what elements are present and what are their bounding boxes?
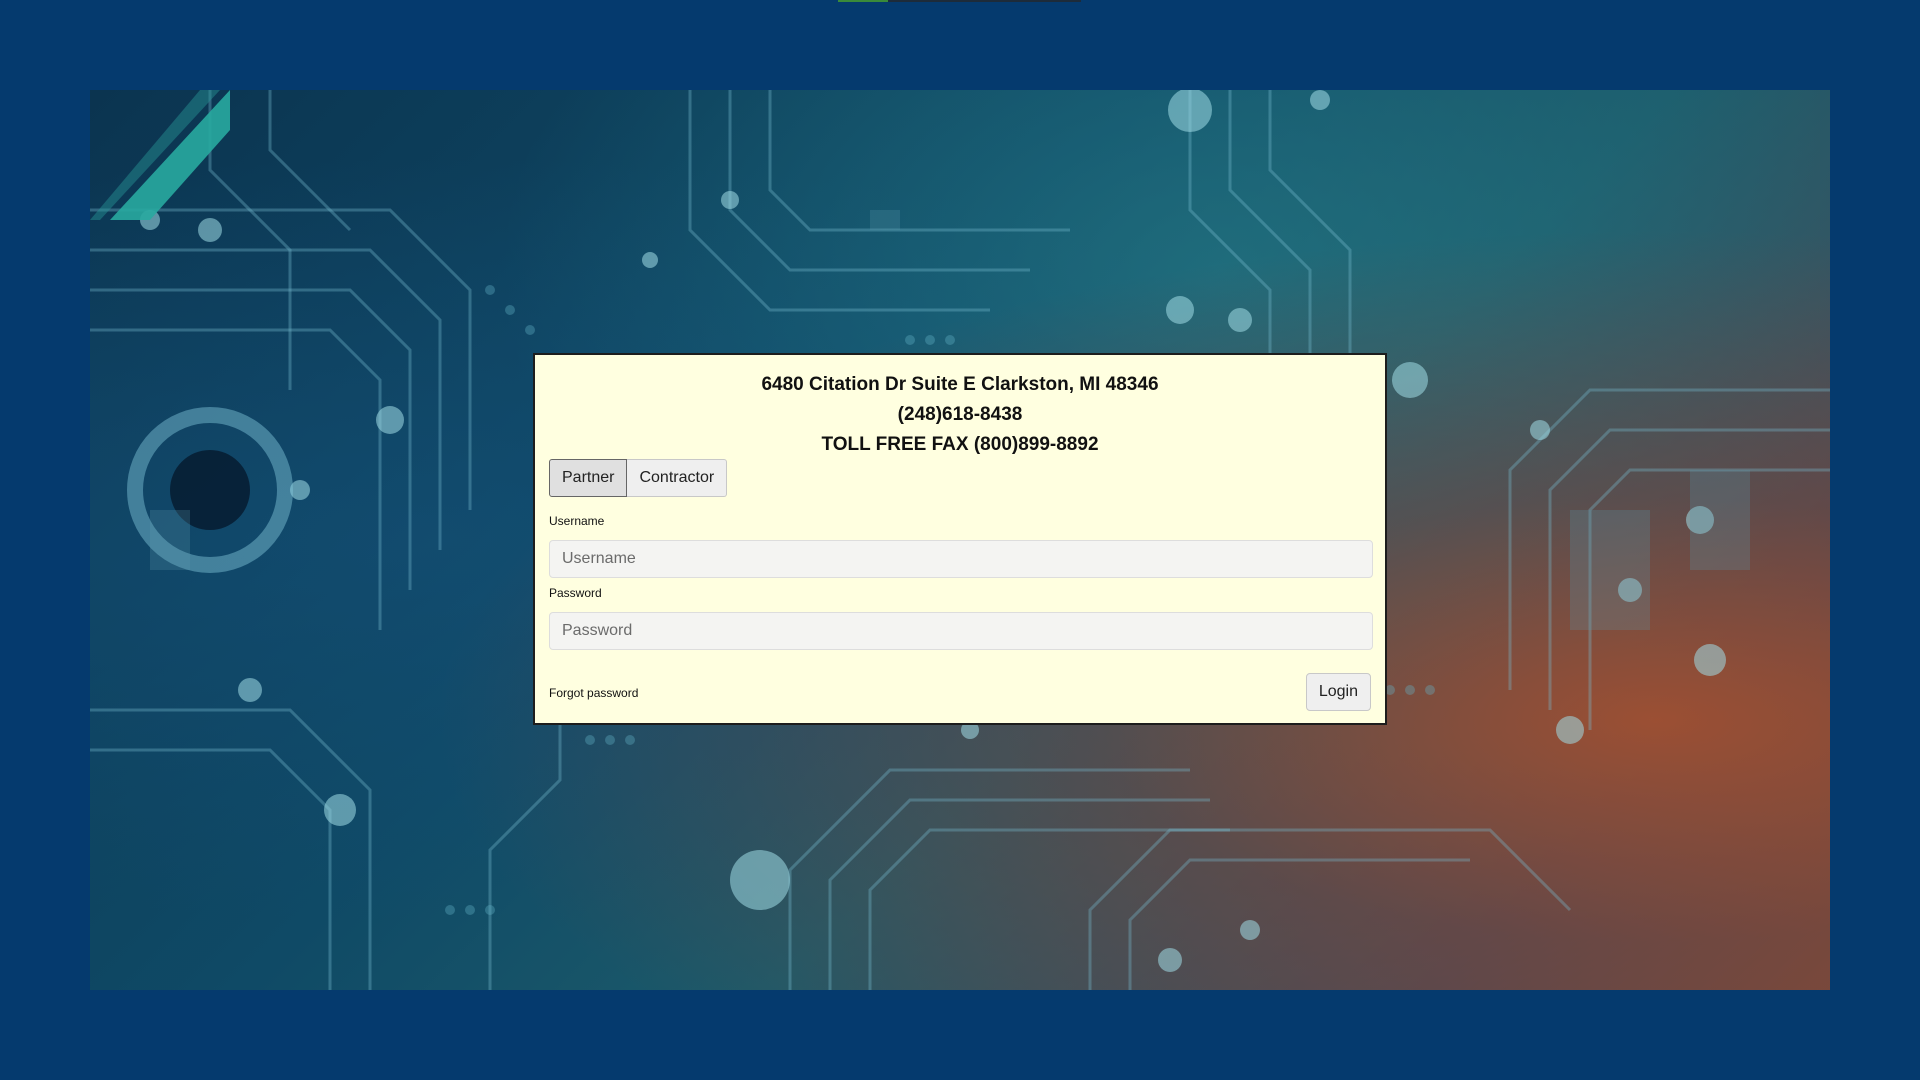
address-line: 6480 Citation Dr Suite E Clarkston, MI 4…	[761, 374, 1159, 395]
fax-number: TOLL FREE FAX (800)899-8892	[821, 434, 1099, 455]
login-button[interactable]: Login	[1305, 673, 1371, 711]
tab-partner[interactable]: Partner	[549, 459, 628, 497]
password-label: Password	[549, 586, 602, 600]
password-input[interactable]	[549, 612, 1373, 650]
login-card: 6480 Citation Dr Suite E Clarkston, MI 4…	[533, 353, 1387, 725]
account-type-tabs: Partner Contractor	[549, 459, 728, 497]
top-strip-bar	[838, 0, 1081, 2]
forgot-password-link[interactable]: Forgot password	[549, 686, 638, 700]
contact-info: 6480 Citation Dr Suite E Clarkston, MI 4…	[535, 370, 1385, 460]
phone-number: (248)618-8438	[897, 404, 1023, 425]
corner-stripe-decoration	[90, 90, 230, 220]
username-input[interactable]	[549, 540, 1373, 578]
top-strip-accent	[838, 0, 888, 2]
tab-contractor[interactable]: Contractor	[627, 459, 728, 497]
username-label: Username	[549, 514, 605, 528]
